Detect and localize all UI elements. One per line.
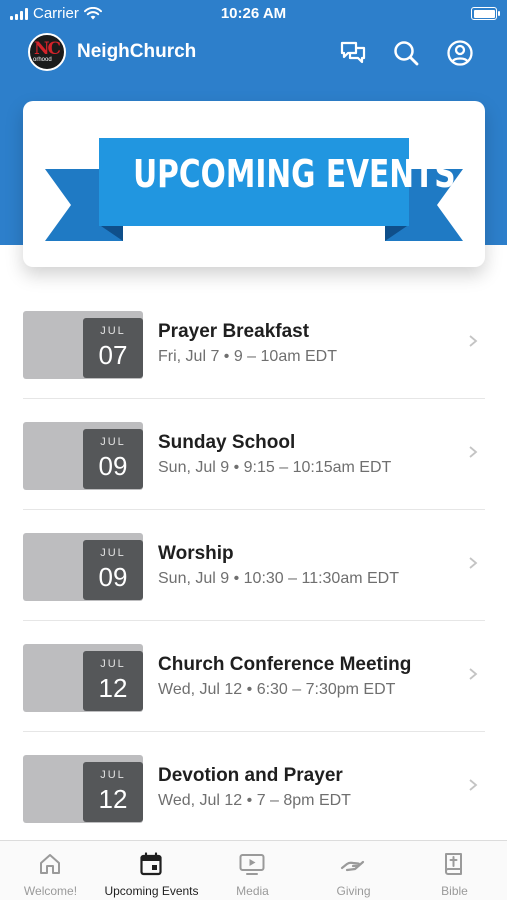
event-day: 12 bbox=[98, 673, 128, 703]
event-datetime: Sun, Jul 9 • 9:15 – 10:15am EDT bbox=[158, 459, 392, 476]
event-title: Church Conference Meeting bbox=[158, 654, 412, 675]
status-time: 10:26 AM bbox=[220, 5, 287, 22]
chevron-right-icon bbox=[469, 446, 478, 458]
event-row[interactable]: JUL 09 Sunday School Sun, Jul 9 • 9:15 –… bbox=[23, 399, 485, 510]
date-badge: JUL 12 bbox=[83, 651, 143, 711]
status-bar: Carrier 10:26 AM bbox=[0, 0, 507, 28]
event-row[interactable]: JUL 12 Devotion and Prayer Wed, Jul 12 •… bbox=[23, 732, 485, 843]
banner-title: UPCOMING EVENTS bbox=[133, 152, 456, 196]
event-title: Devotion and Prayer bbox=[158, 765, 343, 786]
events-list: JUL 07 Prayer Breakfast Fri, Jul 7 • 9 –… bbox=[23, 288, 485, 843]
logo-mark: NC bbox=[34, 39, 61, 59]
event-day: 07 bbox=[98, 340, 128, 370]
date-badge: JUL 09 bbox=[83, 429, 143, 489]
chevron-right-icon bbox=[469, 335, 478, 347]
event-row[interactable]: JUL 07 Prayer Breakfast Fri, Jul 7 • 9 –… bbox=[23, 288, 485, 399]
event-day: 09 bbox=[98, 451, 128, 481]
event-row[interactable]: JUL 09 Worship Sun, Jul 9 • 10:30 – 11:3… bbox=[23, 510, 485, 621]
chevron-right-icon bbox=[469, 779, 478, 791]
logo-subtext: orhood bbox=[33, 57, 52, 63]
event-day: 09 bbox=[98, 562, 128, 592]
messages-button[interactable] bbox=[338, 38, 368, 68]
event-month: JUL bbox=[100, 436, 126, 448]
bible-icon bbox=[445, 853, 462, 875]
event-title: Worship bbox=[158, 543, 234, 564]
search-button[interactable] bbox=[391, 38, 421, 68]
event-month: JUL bbox=[100, 658, 126, 670]
tab-upcoming-events[interactable]: Upcoming Events bbox=[101, 841, 202, 900]
profile-icon bbox=[447, 40, 473, 66]
event-row[interactable]: JUL 12 Church Conference Meeting Wed, Ju… bbox=[23, 621, 485, 732]
tab-label: Giving bbox=[336, 884, 371, 898]
tab-label: Upcoming Events bbox=[104, 884, 199, 898]
calendar-icon bbox=[140, 852, 162, 876]
chevron-right-icon bbox=[469, 557, 478, 569]
bottom-tab-bar: Welcome! Upcoming Events Media Giving Bi… bbox=[0, 840, 507, 900]
event-datetime: Sun, Jul 9 • 10:30 – 11:30am EDT bbox=[158, 570, 399, 587]
date-badge: JUL 09 bbox=[83, 540, 143, 600]
event-title: Sunday School bbox=[158, 432, 296, 453]
event-month: JUL bbox=[100, 769, 126, 781]
event-title: Prayer Breakfast bbox=[158, 321, 310, 342]
giving-hand-icon bbox=[340, 860, 365, 872]
event-datetime: Wed, Jul 12 • 6:30 – 7:30pm EDT bbox=[158, 681, 396, 698]
event-datetime: Fri, Jul 7 • 9 – 10am EDT bbox=[158, 348, 337, 365]
tab-media[interactable]: Media bbox=[202, 841, 303, 900]
date-badge: JUL 12 bbox=[83, 762, 143, 822]
app-title: NeighChurch bbox=[77, 41, 197, 62]
tab-welcome[interactable]: Welcome! bbox=[0, 841, 101, 900]
event-month: JUL bbox=[100, 547, 126, 559]
event-day: 12 bbox=[98, 784, 128, 814]
upcoming-events-banner: UPCOMING EVENTS bbox=[23, 101, 485, 267]
tab-label: Media bbox=[236, 884, 269, 898]
tab-bible[interactable]: Bible bbox=[404, 841, 505, 900]
battery-icon bbox=[471, 7, 500, 20]
event-datetime: Wed, Jul 12 • 7 – 8pm EDT bbox=[158, 792, 351, 809]
date-badge: JUL 07 bbox=[83, 318, 143, 378]
church-logo[interactable]: NC orhood bbox=[28, 33, 66, 71]
tab-label: Bible bbox=[441, 884, 468, 898]
tab-giving[interactable]: Giving bbox=[303, 841, 404, 900]
home-icon bbox=[40, 854, 60, 874]
play-screen-icon bbox=[239, 854, 265, 875]
profile-button[interactable] bbox=[445, 38, 475, 68]
tab-label: Welcome! bbox=[23, 884, 78, 898]
event-month: JUL bbox=[100, 325, 126, 337]
chevron-right-icon bbox=[469, 668, 478, 680]
search-icon bbox=[394, 41, 419, 66]
app-header: NC orhood NeighChurch bbox=[0, 30, 507, 76]
chat-bubbles-icon bbox=[340, 41, 366, 64]
